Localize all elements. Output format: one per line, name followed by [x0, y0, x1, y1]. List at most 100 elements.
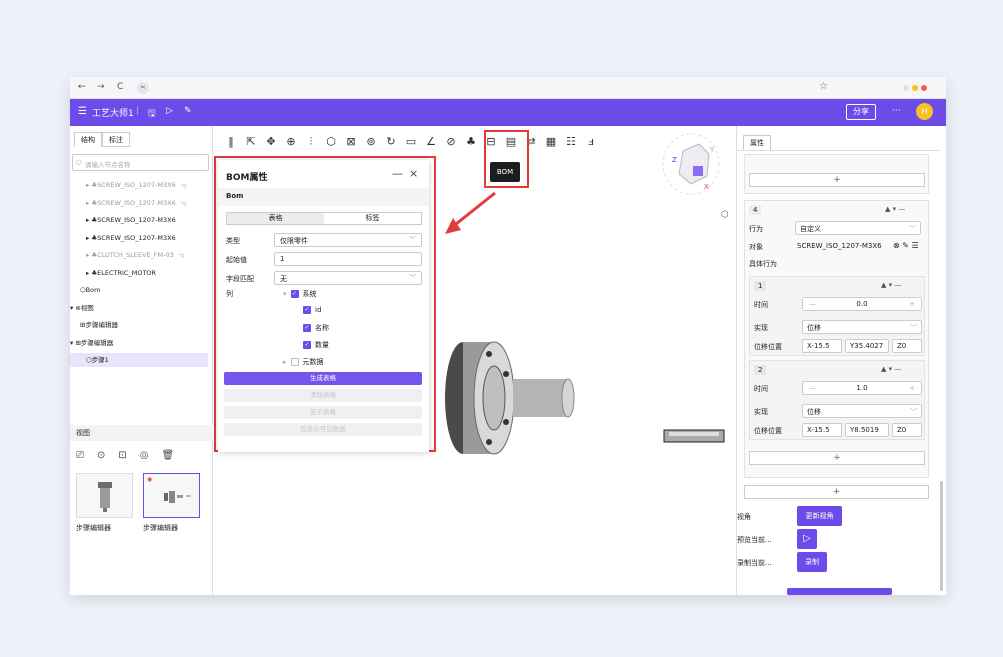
- back-icon[interactable]: ←: [78, 82, 86, 92]
- column-checkbox[interactable]: ▾ ✓ 系统: [283, 289, 317, 299]
- minimize-icon[interactable]: —: [392, 167, 403, 180]
- checkbox-icon[interactable]: ✓: [303, 324, 311, 332]
- edit-icon[interactable]: ✎: [184, 106, 192, 116]
- tab-structure[interactable]: 结构: [74, 132, 102, 147]
- preview-play-button[interactable]: ▷: [797, 529, 817, 549]
- z-input[interactable]: Z0: [892, 339, 922, 353]
- impl-select[interactable]: 位移 ﹀: [802, 404, 922, 418]
- search-icon: ○: [76, 158, 82, 166]
- tree-node[interactable]: ▸ ♣CLUTCH_SLEEVE_FM-03 ఌ: [70, 248, 184, 262]
- avatar[interactable]: H: [916, 103, 933, 120]
- object-action-icons[interactable]: ⊗ ✎ ☰: [893, 241, 919, 250]
- tree-node[interactable]: ▸ ♣SCREW_ISO_1207-M3X6: [70, 231, 176, 245]
- more-icon[interactable]: ···: [892, 106, 901, 116]
- y-input[interactable]: Y8.5019: [845, 423, 889, 437]
- expand-arrow-icon[interactable]: ▸: [283, 358, 287, 366]
- tab-label[interactable]: 标签: [324, 213, 421, 224]
- visibility-icon[interactable]: ఌ: [181, 199, 187, 207]
- tree-node[interactable]: ⬡Bom: [70, 283, 100, 297]
- bottom-primary-button[interactable]: [787, 588, 892, 595]
- play-icon[interactable]: ▷: [166, 106, 173, 116]
- field-input[interactable]: 仅限零件 ﹀: [274, 233, 422, 247]
- view-thumbnail-1[interactable]: [76, 473, 133, 518]
- checkbox-icon[interactable]: [290, 358, 299, 366]
- camera-icon[interactable]: ⊙: [97, 450, 105, 461]
- annotation-arrow: [450, 191, 496, 230]
- right-panel: 属性 + 4 ▲ ▾ — 行为 自定义 ﹀ 对象 SCREW_ISO_1207-M…: [736, 126, 946, 595]
- column-checkbox[interactable]: ▸ 元数据: [283, 357, 324, 367]
- checkbox-icon[interactable]: ✓: [290, 290, 299, 298]
- tree-node[interactable]: ▾ ⊚视图: [70, 301, 94, 315]
- checkbox-icon[interactable]: ✓: [303, 341, 311, 349]
- visibility-icon[interactable]: ఌ: [179, 251, 185, 259]
- checkbox-icon[interactable]: ✓: [303, 306, 311, 314]
- site-info-icon[interactable]: ≒: [137, 82, 149, 94]
- bom-action-button[interactable]: 生成表格: [224, 372, 422, 385]
- y-input[interactable]: Y35.4027: [845, 339, 889, 353]
- right-scrollbar[interactable]: [940, 481, 943, 591]
- save-icon[interactable]: 🖫: [148, 106, 156, 122]
- column-checkbox[interactable]: ✓ 数量: [303, 340, 329, 350]
- tree-node[interactable]: ▾ ⊞步骤编辑器: [70, 336, 113, 350]
- close-icon[interactable]: ×: [409, 167, 418, 180]
- tab-properties[interactable]: 属性: [743, 135, 771, 150]
- tree-node[interactable]: ▸ ♣SCREW_ISO_1207-M3X6 ఌ: [70, 196, 186, 210]
- behavior-step-card: 2 ▲ ▾ — 时间 — 1.0 + 实现 位移 ﹀ 位移位置 X-15.5 Y8.5019 Z0: [749, 360, 925, 440]
- window-dot-icon[interactable]: [912, 85, 918, 91]
- menu-icon[interactable]: ☰: [78, 106, 87, 117]
- field-input[interactable]: 1: [274, 252, 422, 266]
- step-order-icon[interactable]: ▲ ▾ —: [881, 365, 901, 373]
- update-view-button[interactable]: 更新视角: [797, 506, 842, 526]
- add-step-button[interactable]: +: [749, 451, 925, 465]
- tree-node[interactable]: ▸ ♣SCREW_ISO_1207-M3X6 ఌ: [70, 178, 186, 192]
- tree-node[interactable]: ▸ ♣SCREW_ISO_1207-M3X6: [70, 213, 176, 227]
- time-stepper[interactable]: — 1.0 +: [802, 381, 922, 395]
- target-icon[interactable]: ◎: [140, 450, 149, 461]
- camera-settings-icon[interactable]: ⬡: [721, 210, 729, 220]
- step-order-icon[interactable]: ▲ ▾ —: [881, 281, 901, 289]
- layout-icon[interactable]: ⊡: [118, 450, 126, 461]
- share-button[interactable]: 分享: [846, 104, 876, 120]
- visibility-icon[interactable]: ఌ: [181, 181, 187, 189]
- x-input[interactable]: X-15.5: [802, 423, 842, 437]
- x-input[interactable]: X-15.5: [802, 339, 842, 353]
- column-checkbox[interactable]: ✓ 名称: [303, 323, 329, 333]
- detail-behavior-label: 具体行为: [749, 260, 777, 268]
- window-dot-icon[interactable]: [903, 85, 909, 91]
- behavior-select[interactable]: 自定义 ﹀: [795, 221, 921, 235]
- screenshot-icon[interactable]: ⎚: [76, 450, 84, 461]
- behavior-value: 自定义: [800, 225, 821, 233]
- record-label: 录制当前...: [737, 559, 772, 567]
- time-stepper[interactable]: — 0.0 +: [802, 297, 922, 311]
- add-behavior-bottom-button[interactable]: +: [744, 485, 929, 499]
- bookmark-star-icon[interactable]: ☆: [819, 81, 828, 92]
- plus-icon[interactable]: +: [909, 300, 915, 308]
- expand-arrow-icon[interactable]: ▾: [283, 290, 287, 298]
- tab-table[interactable]: 表格: [227, 213, 324, 224]
- add-behavior-button[interactable]: +: [749, 173, 925, 187]
- order-controls-icon[interactable]: ▲ ▾ —: [885, 205, 905, 213]
- impl-label: 实现: [754, 324, 768, 332]
- field-input[interactable]: 无 ﹀: [274, 271, 422, 285]
- tab-annotation[interactable]: 标注: [102, 132, 130, 147]
- column-checkbox[interactable]: ✓ id: [303, 306, 321, 314]
- view-thumbnail-2[interactable]: ◉: [143, 473, 200, 518]
- reload-icon[interactable]: C: [117, 82, 123, 92]
- tree-node[interactable]: ⊞步骤编辑器: [70, 318, 118, 332]
- plus-icon[interactable]: +: [909, 384, 915, 392]
- bom-panel-title: BOM属性: [226, 173, 268, 183]
- app-header: ☰ 工艺大师1 | 🖫 ▷ ✎ 分享 ··· H: [70, 99, 946, 126]
- node-search-input[interactable]: ○ 请输入节点名称: [72, 154, 209, 171]
- impl-select[interactable]: 位移 ﹀: [802, 320, 922, 334]
- z-input[interactable]: Z0: [892, 423, 922, 437]
- right-divider: [737, 150, 940, 151]
- record-button[interactable]: 录制: [797, 552, 827, 572]
- forward-icon[interactable]: →: [97, 82, 105, 92]
- tree-node[interactable]: ▸ ♣ELECTRIC_MOTOR: [70, 266, 156, 280]
- minus-icon[interactable]: —: [809, 384, 816, 392]
- window-dot-icon[interactable]: [921, 85, 927, 91]
- trash-icon[interactable]: 🗑: [162, 450, 175, 461]
- minus-icon[interactable]: —: [809, 300, 816, 308]
- tree-node[interactable]: ⬡步骤1: [70, 353, 208, 367]
- tree-node-label: ⬡步骤1: [86, 356, 109, 364]
